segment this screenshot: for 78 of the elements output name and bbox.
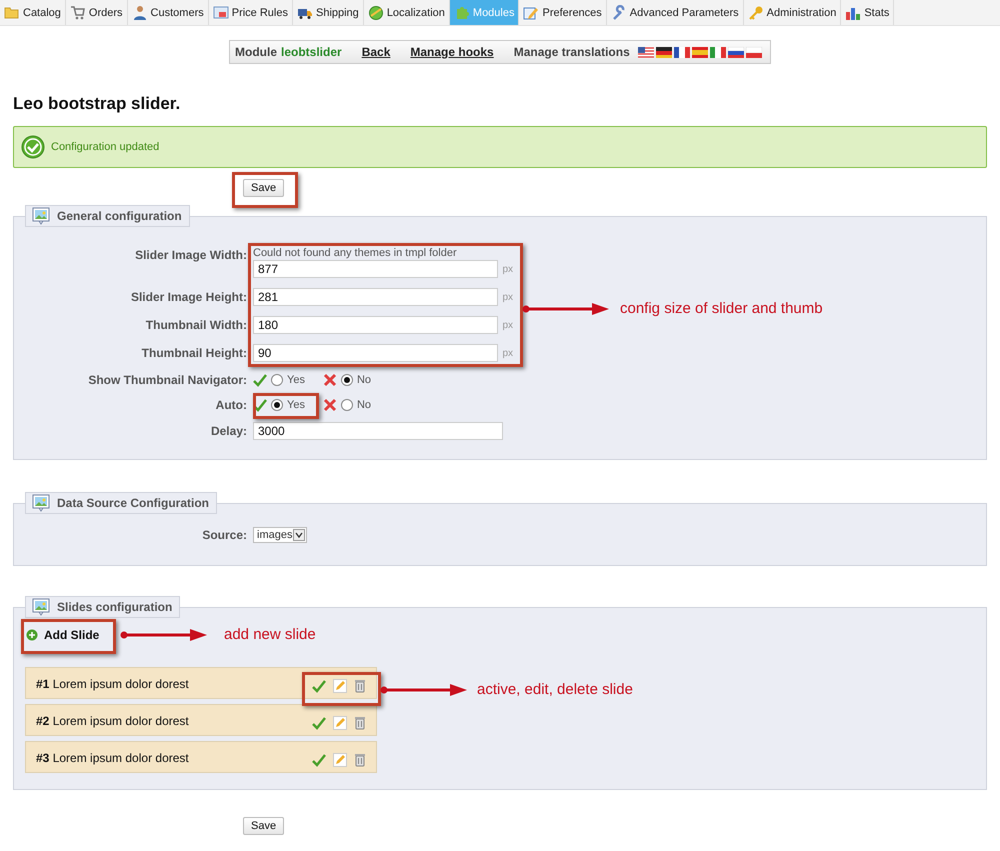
pencil-icon[interactable] [333,679,347,693]
field-label: Thumbnail Width: [144,318,247,332]
cross-icon [322,372,337,386]
text-field[interactable]: 281 [253,288,498,306]
pencil-icon[interactable] [333,753,347,767]
toolbar-link[interactable]: Back [362,45,390,59]
globe-icon [368,4,384,20]
legend-title: Slides configuration [57,600,172,614]
trash-icon[interactable] [354,753,366,767]
field-label: Slider Image Height: [130,290,247,304]
field-label: Show Thumbnail Navigator: [87,372,247,386]
plus-circle-icon [26,629,38,641]
unit-label: px [502,264,513,274]
check-circle-icon [21,135,45,159]
trash-icon[interactable] [354,716,366,730]
radio-label: Yes [287,398,305,410]
unit-label: px [502,320,513,330]
slide-title: #1 Lorem ipsum dolor dorest [36,676,189,693]
module-name: leobtslider [281,45,342,59]
save-button[interactable]: Save [243,817,284,835]
translations-label: Manage translations [514,45,630,59]
flag-icon[interactable] [656,46,672,58]
flag-icon[interactable] [638,46,654,58]
radio-label: No [356,398,372,410]
text-field[interactable]: 877 [253,260,498,278]
module-label: Module [235,45,277,59]
text-field[interactable]: 90 [253,344,498,362]
slide-title: #3 Lorem ipsum dolor dorest [36,750,189,767]
field-note: Could not found any themes in tmpl folder [253,247,458,259]
trash-icon[interactable] [354,679,366,693]
check-icon[interactable] [312,753,326,767]
cross-icon [322,398,337,412]
radio-label: Yes [287,374,305,386]
check-icon[interactable] [312,716,326,730]
unit-label: px [502,292,513,302]
caret-icon [293,529,306,541]
legend-title: Data Source Configuration [57,496,210,510]
toolbar-link[interactable]: Manage hooks [410,45,494,59]
annotation-text: config size of slider and thumb [620,300,823,317]
check-icon[interactable] [312,679,326,693]
add-slide-button[interactable]: Add Slide [26,628,100,642]
picture-frame-icon [31,494,51,512]
unit-label: px [502,348,513,358]
annotation-text: active, edit, delete slide [477,681,633,698]
note-pencil-icon [523,4,540,20]
flag-icon[interactable] [674,46,690,58]
picture-frame-icon [31,598,51,616]
radio-button[interactable] [271,374,283,386]
annotation-frame [253,393,319,419]
radio-button[interactable] [340,398,353,410]
save-button[interactable]: Save [243,179,284,197]
annotation-frame [232,172,298,208]
cart-icon [70,4,86,20]
radio-button[interactable] [340,374,353,386]
page-title: Leo bootstrap slider. [13,94,182,114]
field-label: Slider Image Width: [134,247,247,262]
pencil-icon[interactable] [333,716,347,730]
field-label: Delay: [210,424,247,438]
alert-message: Configuration updated [51,141,160,153]
picture-frame-icon [31,207,51,225]
folder-icon [4,4,20,20]
slide-title: #2 Lorem ipsum dolor dorest [36,713,189,730]
wrench-icon [610,4,627,20]
key-icon [748,4,764,20]
field-label: Thumbnail Height: [140,346,247,360]
legend-title: General configuration [57,209,182,223]
text-field[interactable]: 3000 [253,422,503,440]
field-label: Source: [201,528,247,542]
radio-label: No [356,374,372,386]
person-icon [132,4,148,20]
flag-icon[interactable] [728,46,744,58]
text-field[interactable]: 180 [253,316,498,334]
radio-button[interactable] [271,398,283,410]
card-icon [212,4,229,20]
check-icon [253,372,267,386]
annotation-text: add new slide [224,626,316,643]
field-label: Auto: [214,398,247,412]
source-dropdown[interactable]: images [253,527,308,543]
